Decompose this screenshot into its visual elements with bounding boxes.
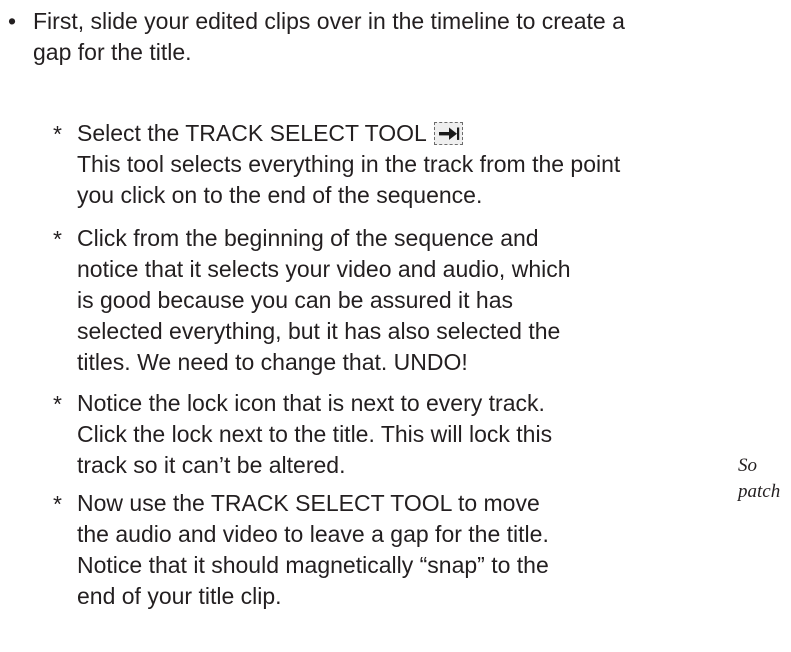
text-line: end of your title clip. bbox=[77, 583, 282, 609]
text-line: This tool selects everything in the trac… bbox=[77, 151, 621, 177]
step-marker: * bbox=[53, 121, 62, 147]
text-line: First, slide your edited clips over in t… bbox=[33, 8, 625, 34]
text-line: titles. We need to change that. UNDO! bbox=[77, 349, 468, 375]
text-line: notice that it selects your video and au… bbox=[77, 256, 571, 282]
text-line: the audio and video to leave a gap for t… bbox=[77, 521, 549, 547]
intro-bullet: • First, slide your edited clips over in… bbox=[8, 6, 791, 68]
step-select-track-tool: * Select the TRACK SELECT TOOL This tool… bbox=[53, 118, 620, 211]
step-marker: * bbox=[53, 391, 62, 417]
text-line: Now use the TRACK SELECT TOOL to move bbox=[77, 490, 540, 516]
text-line: Click from the beginning of the sequence… bbox=[77, 225, 539, 251]
intro-bullet-text: First, slide your edited clips over in t… bbox=[33, 6, 791, 68]
text-line: you click on to the end of the sequence. bbox=[77, 182, 483, 208]
side-caption-line: patch bbox=[738, 481, 781, 502]
step-text: Now use the TRACK SELECT TOOL to move th… bbox=[77, 488, 549, 612]
side-caption-line: So bbox=[738, 455, 757, 476]
text-line: Click the lock next to the title. This w… bbox=[77, 421, 553, 447]
track-select-arrow-icon bbox=[434, 122, 464, 145]
side-caption: So patch bbox=[738, 453, 780, 505]
text-line: Notice that it should magnetically “snap… bbox=[77, 552, 549, 578]
text-line-content: Select the TRACK SELECT TOOL bbox=[77, 120, 426, 146]
document-page: • First, slide your edited clips over in… bbox=[0, 0, 791, 652]
text-line: Select the TRACK SELECT TOOL bbox=[77, 118, 620, 149]
step-marker: * bbox=[53, 226, 62, 252]
step-click-sequence: * Click from the beginning of the sequen… bbox=[53, 223, 571, 378]
step-marker: * bbox=[53, 491, 62, 517]
text-line: is good because you can be assured it ha… bbox=[77, 287, 514, 313]
text-line: track so it can’t be altered. bbox=[77, 452, 346, 478]
text-line: selected everything, but it has also sel… bbox=[77, 318, 561, 344]
step-text: Notice the lock icon that is next to eve… bbox=[77, 388, 552, 481]
step-text: Select the TRACK SELECT TOOL This tool s… bbox=[77, 118, 620, 211]
text-line: Notice the lock icon that is next to eve… bbox=[77, 390, 545, 416]
bullet-marker: • bbox=[8, 8, 17, 34]
text-line: gap for the title. bbox=[33, 39, 192, 65]
step-lock-track: * Notice the lock icon that is next to e… bbox=[53, 388, 552, 481]
step-move-clips: * Now use the TRACK SELECT TOOL to move … bbox=[53, 488, 549, 612]
step-text: Click from the beginning of the sequence… bbox=[77, 223, 571, 378]
